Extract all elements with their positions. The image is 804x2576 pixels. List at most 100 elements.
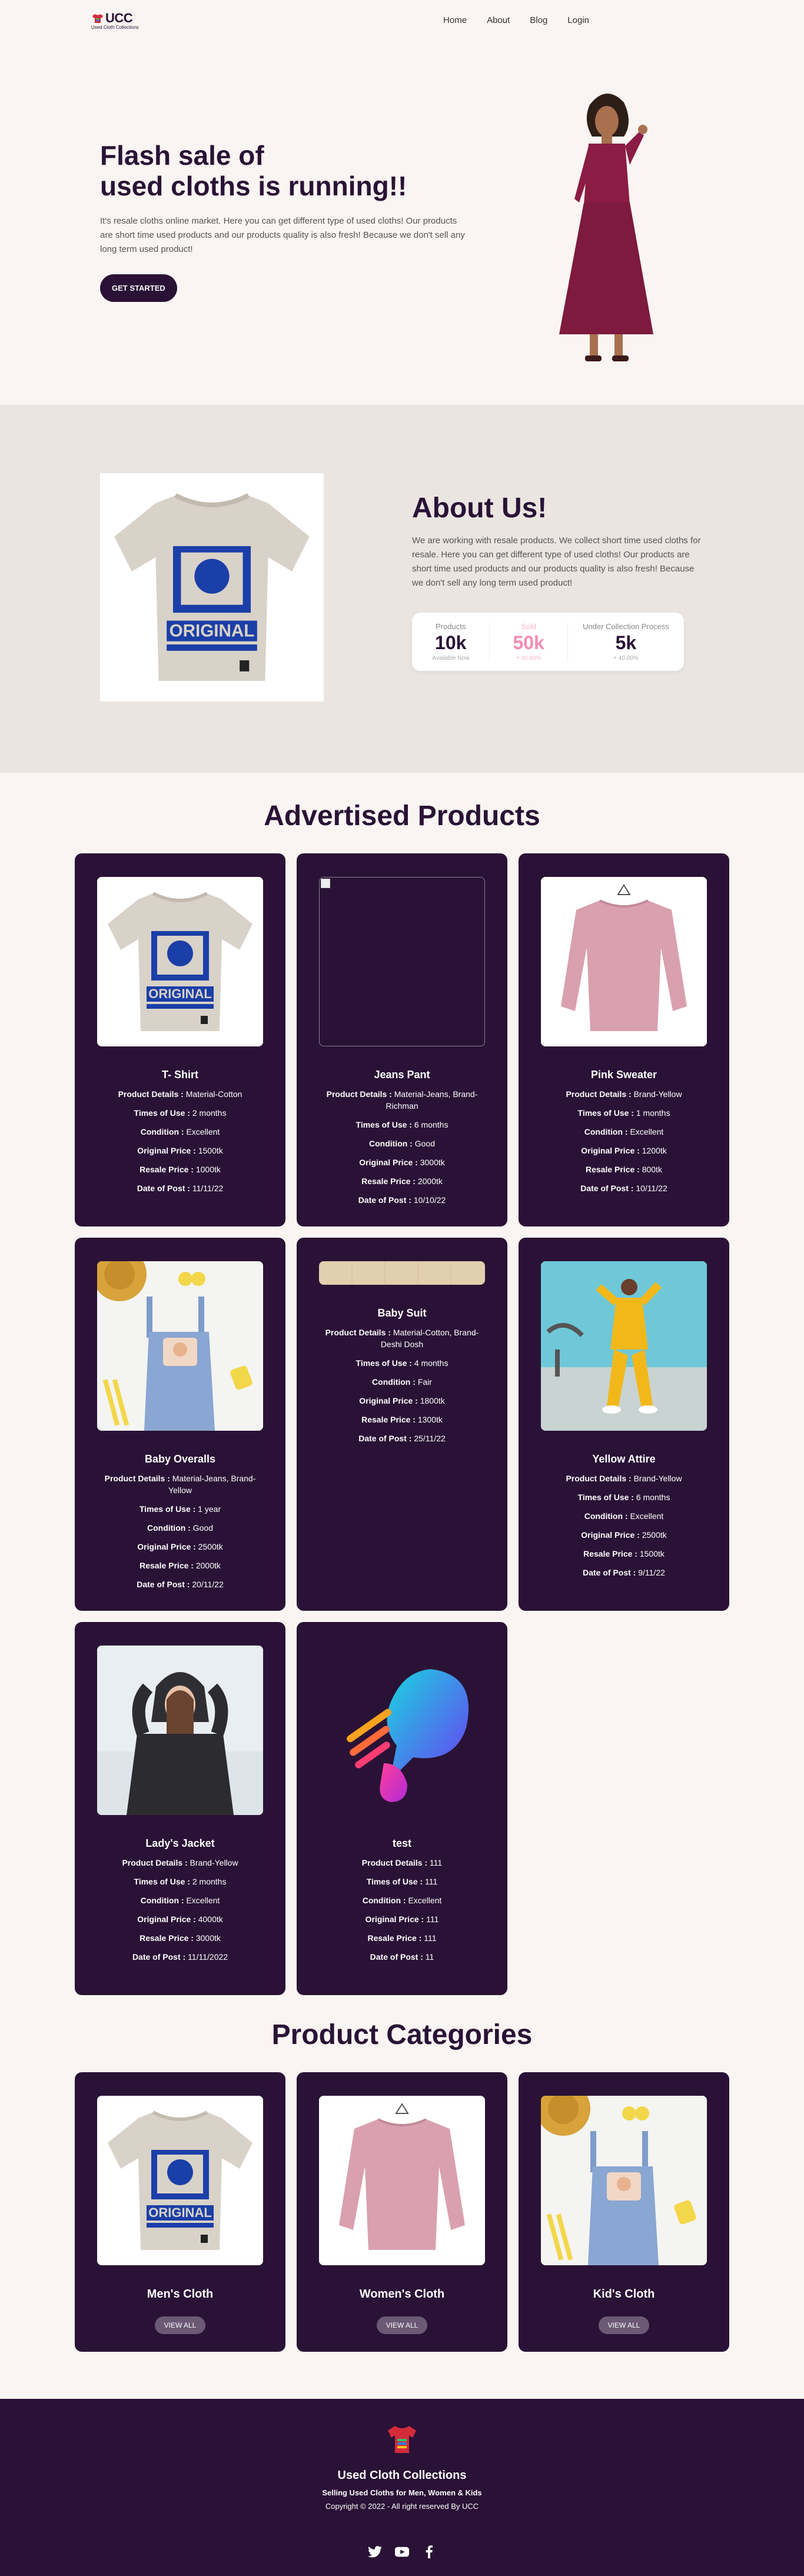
product-name: Jeans Pant [374,1069,430,1081]
times-of-use: Times of Use : 4 months [356,1358,448,1368]
nav-link-login[interactable]: Login [567,15,589,25]
product-name: Lady's Jacket [145,1837,215,1849]
date-of-post: Date of Post : 11/11/22 [137,1184,224,1193]
date-of-post: Date of Post : 20/11/22 [137,1580,224,1589]
product-card[interactable]: test Product Details : 111 Times of Use : … [297,1622,507,1995]
product-name: Yellow Attire [592,1453,656,1465]
resale-price: Resale Price : 1300tk [361,1415,443,1424]
product-details: Product Details : Brand-Yellow [566,1474,682,1483]
original-price: Original Price : 3000tk [359,1158,445,1167]
social-links [0,2545,804,2559]
category-card[interactable]: Men's Cloth VIEW ALL [75,2072,285,2352]
resale-price: Resale Price : 1500tk [583,1549,665,1558]
category-card[interactable]: Kid's Cloth VIEW ALL [519,2072,729,2352]
product-name: Baby Overalls [144,1453,216,1465]
product-image [97,2096,263,2265]
brand-subtitle: Used Cloth Collections [91,24,139,30]
nav-link-about[interactable]: About [487,15,510,25]
product-details: Product Details : 111 [361,1858,443,1867]
stats-panel: Products 10k Available Now Sold 50k + 40… [412,613,684,671]
tshirt-logo-icon [92,14,103,23]
product-card[interactable]: Lady's Jacket Product Details : Brand-Yel… [75,1622,285,1995]
date-of-post: Date of Post : 10/10/22 [358,1195,446,1205]
category-name: Women's Cloth [359,2288,445,2301]
youtube-icon[interactable] [395,2545,409,2559]
resale-price: Resale Price : 3000tk [139,1933,221,1943]
product-card[interactable]: Baby Overalls Product Details : Material-… [75,1238,285,1611]
about-tshirt-image [100,464,324,711]
resale-price: Resale Price : 2000tk [139,1561,221,1570]
broken-image [319,877,485,1046]
product-image [97,1261,263,1431]
product-details: Product Details : Brand-Yellow [122,1858,238,1867]
original-price: Original Price : 1200tk [581,1146,667,1155]
date-of-post: Date of Post : 10/11/22 [580,1184,667,1193]
footer-copyright: Copyright © 2022 - All right reserved By… [325,2502,479,2511]
times-of-use: Times of Use : 6 months [577,1493,670,1502]
product-image [97,1646,263,1815]
facebook-icon[interactable] [422,2545,436,2559]
original-price: Original Price : 2500tk [137,1542,223,1551]
original-price: Original Price : 1500tk [137,1146,223,1155]
product-condition: Condition : Fair [372,1377,432,1387]
product-details: Product Details : Material-Jeans, Brand-… [326,1089,478,1111]
product-condition: Condition : Excellent [584,1127,664,1136]
product-card[interactable]: Yellow Attire Product Details : Brand-Yel… [519,1238,729,1611]
product-condition: Condition : Good [147,1523,213,1533]
product-grid: T- Shirt Product Details : Material-Cotto… [75,853,729,1995]
product-image [541,877,707,1046]
view-all-button[interactable]: VIEW ALL [154,2316,206,2334]
product-name: test [392,1837,411,1849]
hero-description: It's resale cloths online market. Here y… [100,216,465,254]
product-card[interactable]: Jeans Pant Product Details : Material-Jea… [297,853,507,1226]
product-image-partial [319,1261,485,1285]
hero-title: Flash sale of used cloths is running!! [100,140,407,201]
category-grid: Men's Cloth VIEW ALL Women's Cloth VIEW ALL… [75,2072,729,2352]
brand-logo[interactable]: UCC Used Cloth Collections [91,11,139,30]
times-of-use: Times of Use : 111 [366,1877,438,1886]
product-card[interactable]: Baby Suit Product Details : Material-Cott… [297,1238,507,1611]
product-name: Baby Suit [377,1307,427,1319]
product-details: Product Details : Material-Cotton [118,1089,242,1099]
about-description: We are working with resale products. We … [412,536,701,588]
stat-under-collection: Under Collection Process 5k + 40.00% [583,622,669,662]
get-started-button[interactable]: GET STARTED [100,274,177,302]
original-price: Original Price : 111 [365,1914,439,1924]
product-image [319,1646,485,1815]
about-section: About Us! We are working with resale pro… [0,405,804,773]
hero-section: Flash sale of used cloths is running!! I… [0,40,804,405]
category-name: Kid's Cloth [593,2288,655,2301]
product-categories-section: Product Categories Men's Cloth VIEW ALL Wo… [0,1995,804,2352]
product-categories-title: Product Categories [271,2019,533,2050]
product-details: Product Details : Brand-Yellow [566,1089,682,1099]
footer: Used Cloth Collections Selling Used Clot… [0,2399,804,2576]
original-price: Original Price : 4000tk [137,1914,223,1924]
footer-logo-icon [388,2426,416,2453]
resale-price: Resale Price : 1000tk [139,1165,221,1174]
about-title: About Us! [412,493,547,524]
nav-link-home[interactable]: Home [443,15,467,25]
product-details: Product Details : Material-Cotton, Brand… [325,1328,479,1349]
product-card[interactable]: T- Shirt Product Details : Material-Cotto… [75,853,285,1226]
footer-title: Used Cloth Collections [337,2469,467,2482]
product-name: Pink Sweater [590,1069,657,1081]
date-of-post: Date of Post : 11 [370,1952,434,1962]
view-all-button[interactable]: VIEW ALL [376,2316,428,2334]
product-card[interactable]: Pink Sweater Product Details : Brand-Yell… [519,853,729,1226]
resale-price: Resale Price : 2000tk [361,1176,443,1186]
advertised-products-section: Advertised Products T- Shirt Product Deta… [0,773,804,1995]
times-of-use: Times of Use : 2 months [134,1877,227,1886]
nav-link-blog[interactable]: Blog [530,15,547,25]
original-price: Original Price : 1800tk [359,1396,445,1405]
product-name: T- Shirt [162,1069,198,1081]
footer-tagline: Selling Used Cloths for Men, Women & Kid… [322,2488,482,2497]
times-of-use: Times of Use : 6 months [356,1120,448,1129]
resale-price: Resale Price : 800tk [586,1165,662,1174]
product-condition: Condition : Excellent [140,1896,220,1905]
date-of-post: Date of Post : 9/11/22 [583,1568,665,1577]
category-card[interactable]: Women's Cloth VIEW ALL [297,2072,507,2352]
view-all-button[interactable]: VIEW ALL [598,2316,650,2334]
twitter-icon[interactable] [368,2545,382,2559]
top-navbar: UCC Used Cloth Collections Home About Bl… [0,0,804,40]
date-of-post: Date of Post : 25/11/22 [358,1434,446,1443]
